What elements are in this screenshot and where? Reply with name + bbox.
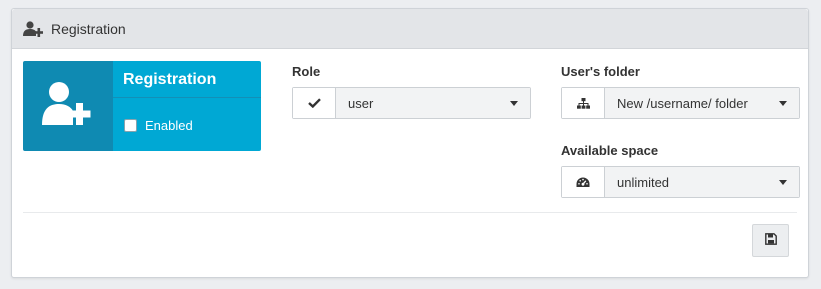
- space-select[interactable]: unlimited: [561, 166, 800, 198]
- user-plus-icon: [42, 81, 94, 132]
- footer-divider: [23, 212, 797, 213]
- space-label: Available space: [561, 143, 659, 158]
- enabled-checkbox[interactable]: [124, 119, 137, 132]
- check-icon: [293, 88, 336, 118]
- tile-divider: [113, 97, 261, 98]
- chevron-down-icon: [510, 100, 518, 106]
- panel-header: Registration: [12, 9, 808, 49]
- dashboard-icon: [562, 167, 605, 197]
- role-select[interactable]: user: [292, 87, 531, 119]
- tile-title: Registration: [123, 71, 217, 88]
- chevron-down-icon: [779, 179, 787, 185]
- chevron-down-icon: [779, 100, 787, 106]
- enabled-toggle[interactable]: Enabled: [123, 118, 193, 133]
- registration-panel: Registration Registration Enabled Role u…: [11, 8, 809, 278]
- folder-value: New /username/ folder: [617, 95, 748, 111]
- save-icon: [764, 232, 777, 250]
- user-plus-icon: [23, 20, 43, 37]
- role-value: user: [348, 95, 374, 111]
- panel-title: Registration: [51, 20, 126, 37]
- space-value: unlimited: [617, 174, 670, 190]
- save-button[interactable]: [752, 224, 789, 257]
- role-label: Role: [292, 64, 321, 79]
- tile-content: Registration Enabled: [113, 61, 261, 151]
- sitemap-icon: [562, 88, 605, 118]
- enabled-label: Enabled: [145, 118, 193, 133]
- tile-icon-area: [23, 61, 113, 151]
- folder-select[interactable]: New /username/ folder: [561, 87, 800, 119]
- registration-tile: Registration Enabled: [23, 61, 261, 151]
- folder-label: User's folder: [561, 64, 640, 79]
